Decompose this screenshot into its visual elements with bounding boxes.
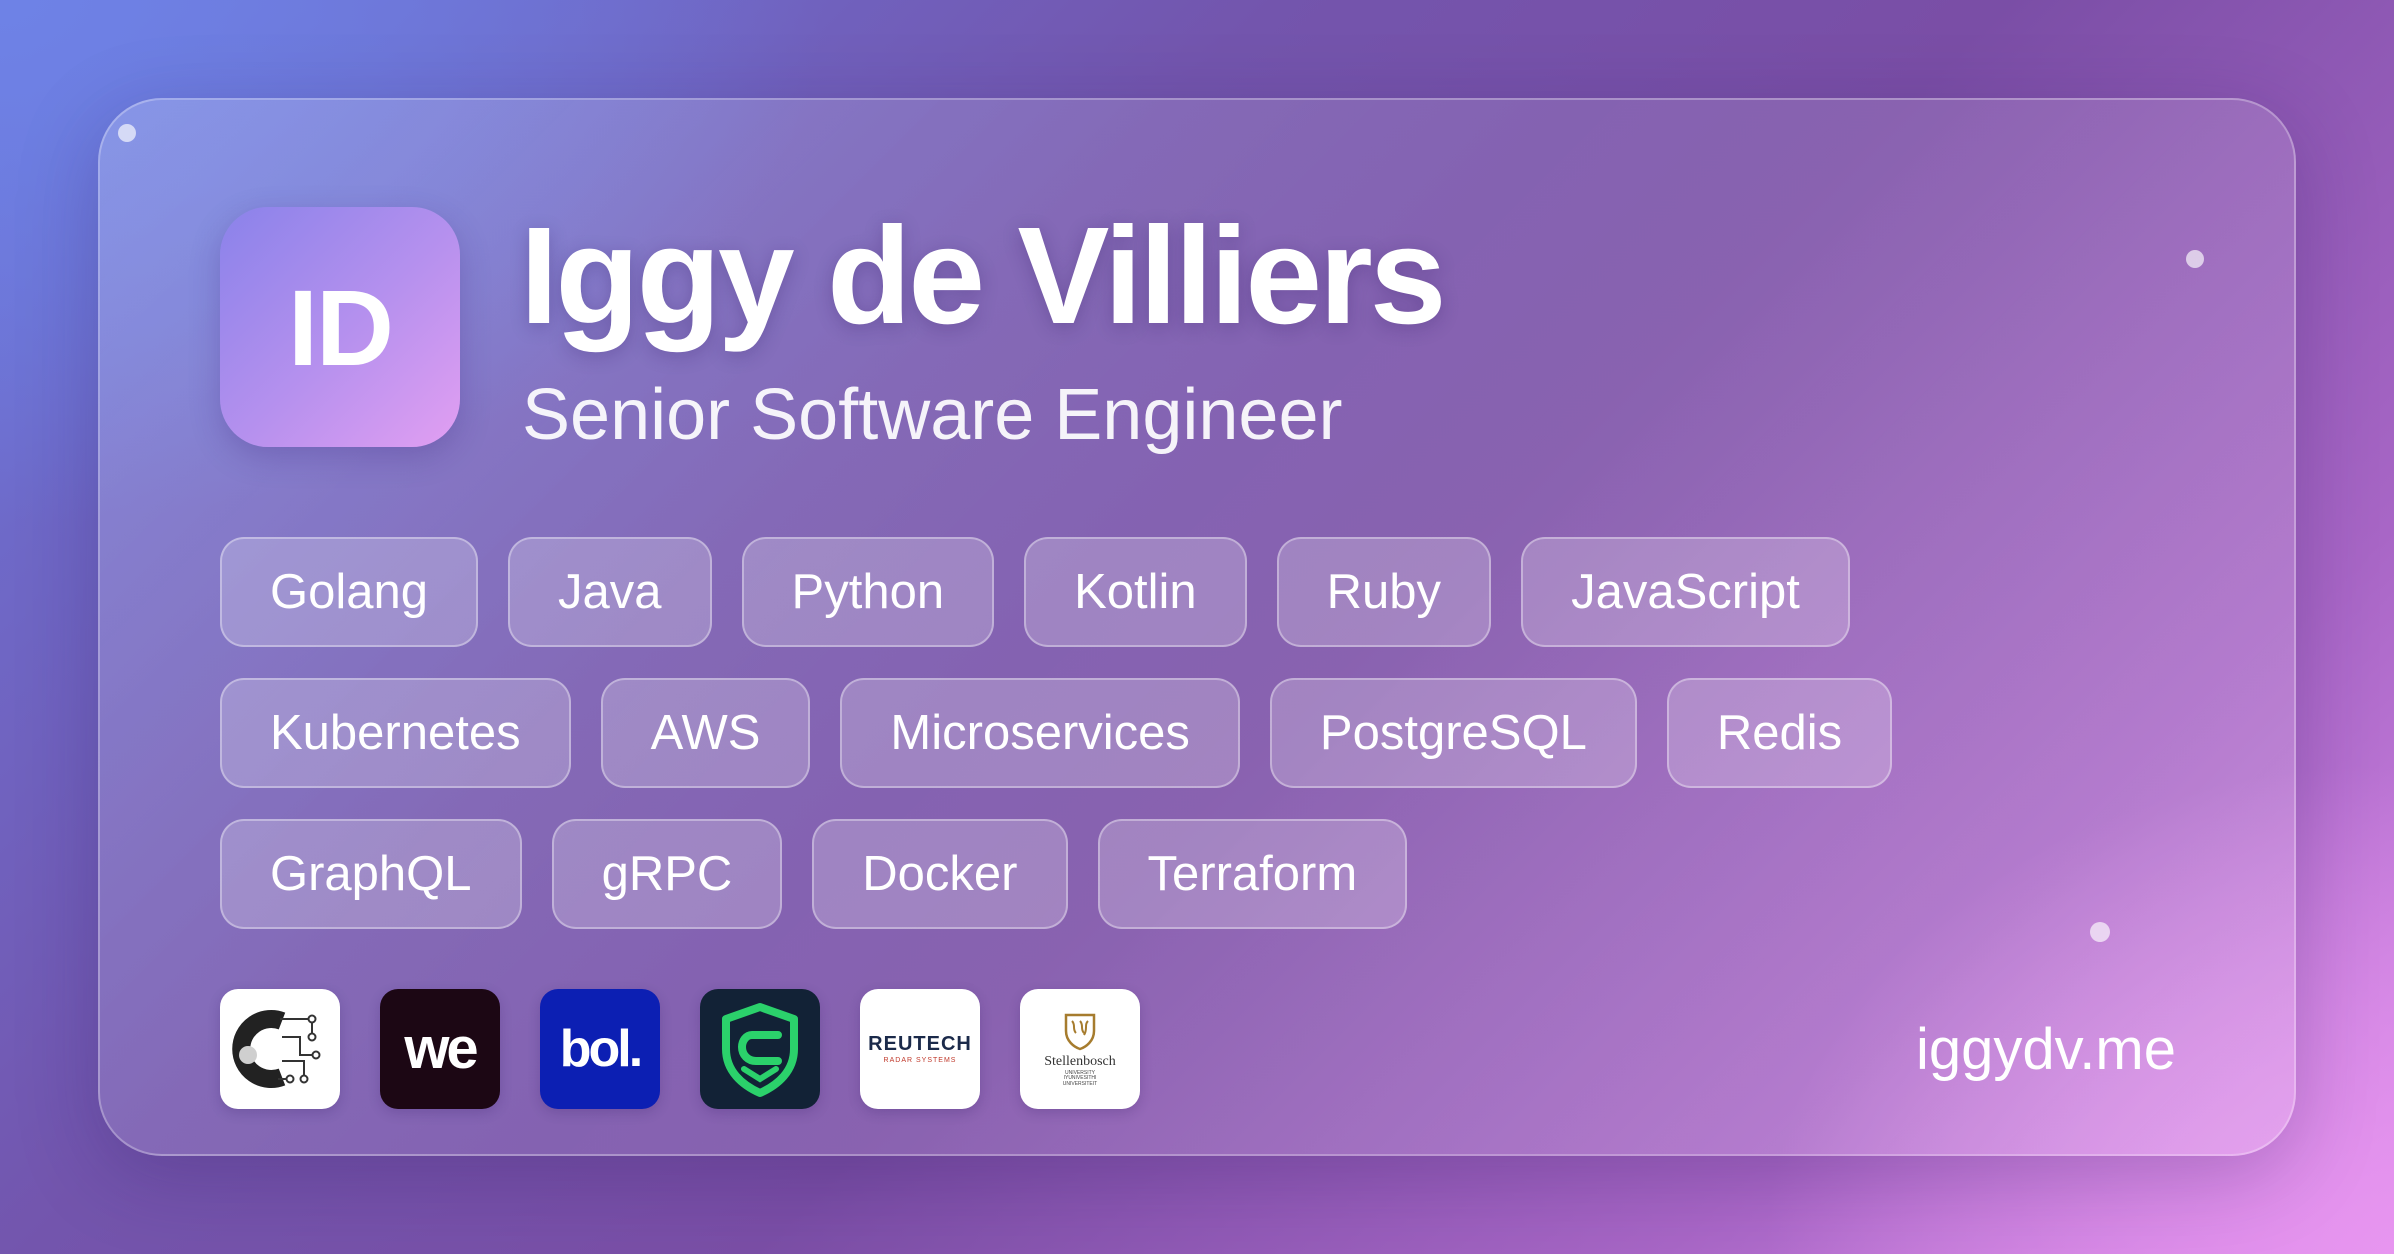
skills-row: GraphQL gRPC Docker Terraform: [220, 819, 1408, 929]
profile-name: Iggy de Villiers: [520, 199, 1447, 353]
skill-tag: Kubernetes: [220, 678, 571, 788]
skill-tag: Kotlin: [1024, 537, 1247, 647]
we-logo-icon: we: [380, 989, 500, 1109]
skill-tag: Python: [741, 537, 995, 647]
company-logos: we bol. REUTECH RADAR SYSTEMS Stellenbos…: [220, 989, 1140, 1109]
skill-tag: Microservices: [840, 678, 1240, 788]
website-link[interactable]: iggydv.me: [1916, 1015, 2176, 1085]
skills-row: Golang Java Python Kotlin Ruby JavaScrip…: [220, 537, 1850, 647]
skill-tag: Redis: [1666, 678, 1893, 788]
shield-logo-icon: [700, 989, 820, 1109]
skill-tag: Terraform: [1097, 819, 1408, 929]
skill-tag: Java: [508, 537, 712, 647]
avatar-initials: ID: [288, 266, 394, 388]
circuit-c-logo-icon: [220, 989, 340, 1109]
avatar: ID: [220, 207, 460, 447]
skill-tag: AWS: [600, 678, 811, 788]
reutech-logo-icon: REUTECH RADAR SYSTEMS: [860, 989, 980, 1109]
decorative-dot: [2186, 250, 2204, 268]
decorative-dot: [2090, 922, 2110, 942]
bol-logo-icon: bol.: [540, 989, 660, 1109]
profile-title: Senior Software Engineer: [522, 375, 1343, 455]
skills-row: Kubernetes AWS Microservices PostgreSQL …: [220, 678, 1893, 788]
skill-tag: JavaScript: [1521, 537, 1850, 647]
skill-tag: Ruby: [1276, 537, 1492, 647]
skill-tag: GraphQL: [220, 819, 522, 929]
skill-tag: PostgreSQL: [1269, 678, 1637, 788]
skill-tag: gRPC: [551, 819, 783, 929]
skill-tag: Docker: [812, 819, 1068, 929]
skill-tag: Golang: [220, 537, 479, 647]
crest-icon: [1064, 1013, 1096, 1051]
decorative-dot: [118, 124, 136, 142]
stellenbosch-crest-icon: Stellenbosch UNIVERSITY IYUNIVESITHI UNI…: [1020, 989, 1140, 1109]
